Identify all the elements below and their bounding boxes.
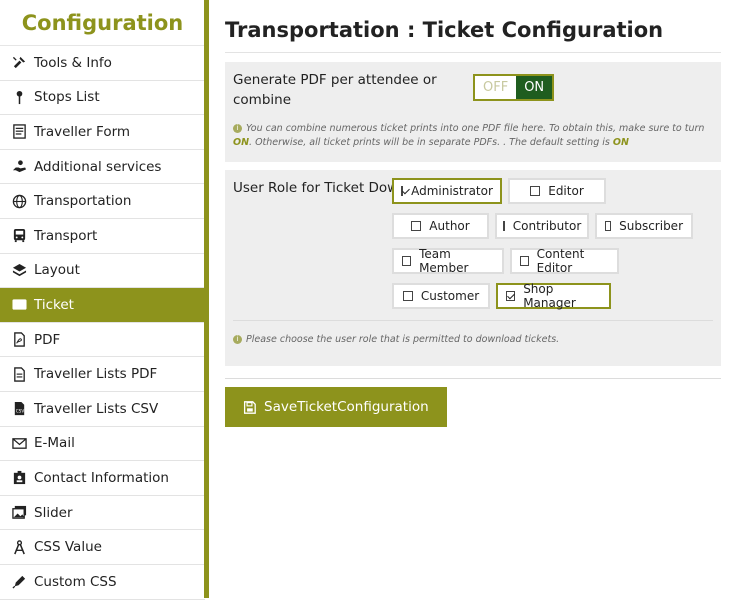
role-label: Customer — [420, 289, 480, 303]
checkbox[interactable] — [401, 186, 404, 196]
pdf-setting-panel: Generate PDF per attendee or combine OFF… — [225, 62, 721, 162]
map-pin-icon — [11, 89, 27, 105]
sidebar-item-contact-information[interactable]: Contact Information — [0, 461, 205, 496]
sidebar-item-label: Traveller Lists PDF — [34, 366, 158, 383]
sidebar-item-label: Slider — [34, 504, 73, 521]
bus-icon — [11, 228, 27, 244]
sidebar: Configuration Tools & Info Stops List Trav… — [0, 0, 205, 600]
sidebar-item-additional-services[interactable]: Additional services — [0, 150, 205, 185]
csv-icon: CSV — [11, 401, 27, 417]
sidebar-item-custom-css[interactable]: Custom CSS — [0, 565, 205, 600]
compass-icon — [11, 539, 27, 555]
checkbox[interactable] — [402, 291, 413, 301]
save-icon — [243, 400, 256, 414]
role-option-subscriber[interactable]: Subscriber — [595, 213, 693, 239]
sidebar-item-label: Transportation — [34, 193, 132, 210]
images-icon — [11, 505, 27, 521]
file-icon — [11, 366, 27, 382]
sidebar-item-slider[interactable]: Slider — [0, 496, 205, 531]
sidebar-item-traveller-lists-pdf[interactable]: Traveller Lists PDF — [0, 357, 205, 392]
sidebar-item-layout[interactable]: Layout — [0, 254, 205, 289]
role-option-editor[interactable]: Editor — [508, 178, 606, 204]
sidebar-item-label: E-Mail — [34, 435, 75, 452]
pen-icon — [11, 574, 27, 590]
page-title: Transportation : Ticket Configuration — [225, 18, 721, 53]
sidebar-item-label: Ticket — [34, 296, 74, 313]
sidebar-item-label: Stops List — [34, 89, 100, 106]
main-content: Transportation : Ticket Configuration Ge… — [225, 0, 721, 427]
sidebar-item-ticket[interactable]: Ticket — [0, 288, 205, 323]
role-option-customer[interactable]: Customer — [392, 283, 490, 309]
sidebar-item-label: Layout — [34, 262, 80, 279]
info-icon: i — [233, 335, 242, 344]
sidebar-item-css-value[interactable]: CSS Value — [0, 530, 205, 565]
checkbox[interactable] — [506, 291, 516, 301]
checkbox[interactable] — [502, 221, 505, 231]
sidebar-item-label: Custom CSS — [34, 573, 117, 590]
sidebar-item-traveller-form[interactable]: Traveller Form — [0, 115, 205, 150]
sidebar-item-label: PDF — [34, 331, 61, 348]
sidebar-item-transport[interactable]: Transport — [0, 219, 205, 254]
role-setting-panel: User Role for Ticket Download Administra… — [225, 170, 721, 366]
checkbox[interactable] — [520, 256, 529, 266]
sidebar-item-label: Traveller Lists CSV — [34, 400, 159, 417]
role-label: Team Member — [419, 247, 469, 275]
role-option-content-editor[interactable]: Content Editor — [510, 247, 619, 275]
ticket-icon — [11, 297, 27, 313]
divider — [233, 320, 713, 321]
role-label: Contributor — [512, 219, 582, 233]
svg-text:CSV: CSV — [15, 408, 24, 413]
sidebar-title: Configuration — [0, 0, 205, 46]
sidebar-divider — [204, 0, 209, 598]
role-option-author[interactable]: Author — [392, 213, 489, 239]
save-ticket-configuration-button[interactable]: SaveTicketConfiguration — [225, 387, 447, 427]
contact-icon — [11, 470, 27, 486]
role-options: Administrator Editor Author Contributor Subs… — [392, 178, 712, 318]
pdf-icon — [11, 332, 27, 348]
role-label: Author — [429, 219, 470, 233]
hand-icon — [11, 159, 27, 175]
form-icon — [11, 124, 27, 140]
checkbox[interactable] — [402, 256, 412, 266]
pdf-setting-label: Generate PDF per attendee or combine — [233, 72, 437, 108]
tools-icon — [11, 55, 27, 71]
sidebar-item-label: Traveller Form — [34, 123, 131, 140]
sidebar-item-traveller-lists-csv[interactable]: CSV Traveller Lists CSV — [0, 392, 205, 427]
sidebar-item-label: Additional services — [34, 158, 162, 175]
layers-icon — [11, 262, 27, 278]
sidebar-item-e-mail[interactable]: E-Mail — [0, 427, 205, 462]
role-info-text: i Please choose the user role that is per… — [233, 333, 713, 347]
divider — [225, 378, 721, 379]
role-option-administrator[interactable]: Administrator — [392, 178, 502, 204]
role-label: Subscriber — [619, 219, 683, 233]
sidebar-item-pdf[interactable]: PDF — [0, 323, 205, 358]
pdf-info-text: i You can combine numerous ticket prints … — [233, 123, 705, 148]
sidebar-item-label: Transport — [34, 227, 98, 244]
info-icon: i — [233, 124, 242, 133]
toggle-off-option[interactable]: OFF — [475, 76, 517, 99]
sidebar-item-label: Contact Information — [34, 469, 169, 486]
checkbox[interactable] — [605, 221, 612, 231]
sidebar-item-tools-info[interactable]: Tools & Info — [0, 46, 205, 81]
sidebar-item-label: Tools & Info — [34, 54, 112, 71]
role-label: Administrator — [411, 184, 493, 198]
checkbox[interactable] — [411, 221, 422, 231]
sidebar-item-transportation[interactable]: Transportation — [0, 184, 205, 219]
checkbox[interactable] — [530, 186, 541, 196]
pdf-combine-toggle[interactable]: OFF ON — [473, 74, 555, 101]
role-option-shop-manager[interactable]: Shop Manager — [496, 282, 611, 310]
toggle-on-option[interactable]: ON — [516, 76, 553, 99]
sidebar-item-label: CSS Value — [34, 539, 102, 556]
role-option-contributor[interactable]: Contributor — [495, 213, 589, 239]
mail-icon — [11, 435, 27, 451]
globe-icon — [11, 193, 27, 209]
sidebar-item-stops-list[interactable]: Stops List — [0, 81, 205, 116]
role-label: Shop Manager — [523, 282, 576, 310]
role-label: Editor — [548, 184, 584, 198]
role-option-team-member[interactable]: Team Member — [392, 247, 504, 275]
sidebar-nav: Tools & Info Stops List Traveller Form Addi… — [0, 46, 205, 600]
role-label: Content Editor — [536, 247, 585, 275]
